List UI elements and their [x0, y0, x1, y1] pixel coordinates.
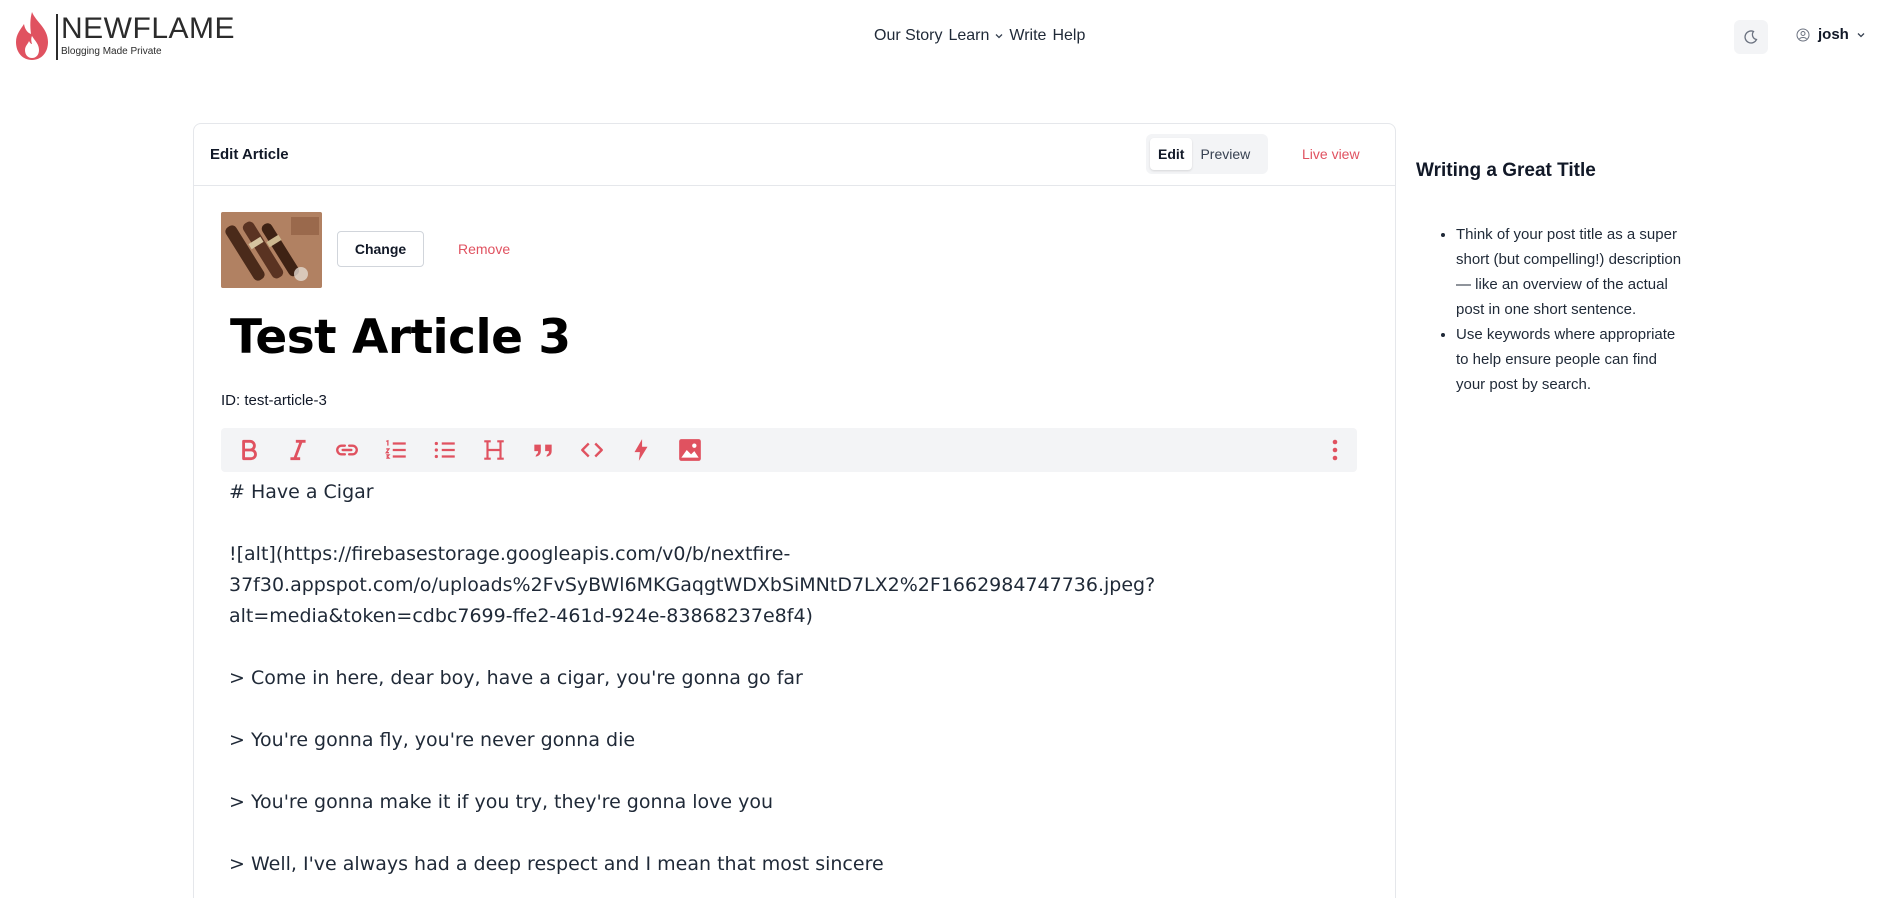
- italic-icon: [290, 439, 306, 461]
- flame-icon: [16, 12, 48, 60]
- tab-edit[interactable]: Edit: [1150, 138, 1193, 170]
- unordered-list-icon: [434, 441, 455, 459]
- top-header: NEWFLAME Blogging Made Private Our Story…: [0, 0, 1880, 76]
- user-name: josh: [1818, 26, 1849, 43]
- editor-line: > You're gonna fly, you're never gonna d…: [229, 729, 636, 751]
- editor-line: 37f30.appspot.com/o/uploads%2FvSyBWl6MKG…: [229, 574, 1156, 596]
- card-title: Edit Article: [210, 146, 289, 163]
- editor-line: > Come in here, dear boy, have a cigar, …: [229, 667, 803, 689]
- bold-icon: [242, 439, 257, 461]
- nav-write[interactable]: Write: [1009, 27, 1046, 45]
- list-item: Think of your post title as a super shor…: [1456, 222, 1706, 322]
- ordered-list-icon: [384, 439, 406, 459]
- editor-line: > You're gonna make it if you try, they'…: [229, 791, 774, 813]
- chevron-down-icon: [1857, 32, 1865, 37]
- live-view-link[interactable]: Live view: [1302, 146, 1360, 162]
- remove-cover-button[interactable]: Remove: [458, 241, 510, 257]
- brand-name: NEWFLAME: [61, 12, 236, 45]
- tab-preview[interactable]: Preview: [1192, 138, 1258, 170]
- card-header: Edit Article Edit Preview Live view: [194, 124, 1395, 186]
- moon-icon: [1744, 30, 1758, 44]
- article-title-input[interactable]: Test Article 3: [230, 310, 571, 365]
- markdown-editor[interactable]: # Have a Cigar ![alt](https://firebasest…: [229, 477, 1349, 880]
- more-vertical-icon: [1332, 439, 1338, 461]
- unordered-list-button[interactable]: [425, 434, 465, 466]
- code-icon: [581, 442, 603, 458]
- editor-line: > Well, I've always had a deep respect a…: [229, 853, 884, 875]
- bold-button[interactable]: [229, 434, 269, 466]
- theme-toggle-button[interactable]: [1734, 20, 1768, 54]
- quote-icon: [534, 444, 552, 457]
- nav-our-story[interactable]: Our Story: [874, 27, 942, 45]
- list-item: Use keywords where appropriate to help e…: [1456, 322, 1706, 397]
- image-icon: [679, 439, 701, 461]
- tips-list: Think of your post title as a super shor…: [1416, 222, 1706, 397]
- nav-help[interactable]: Help: [1052, 27, 1085, 45]
- edit-article-card: Edit Article Edit Preview Live view Chan…: [193, 123, 1396, 898]
- user-menu[interactable]: josh: [1796, 26, 1867, 43]
- editor-line: alt=media&token=cdbc7699-ffe2-461d-924e-…: [229, 605, 813, 627]
- mode-toggle: Edit Preview: [1146, 134, 1268, 174]
- cover-image: [221, 212, 322, 288]
- link-button[interactable]: [327, 434, 367, 466]
- brand-tagline: Blogging Made Private: [61, 46, 162, 57]
- title-tips-panel: Writing a Great Title Think of your post…: [1416, 160, 1706, 397]
- quote-button[interactable]: [523, 434, 563, 466]
- ordered-list-button[interactable]: [376, 434, 416, 466]
- editor-toolbar: [221, 428, 1357, 472]
- italic-button[interactable]: [278, 434, 318, 466]
- brand-logo[interactable]: NEWFLAME Blogging Made Private: [10, 10, 235, 62]
- chevron-down-icon[interactable]: [993, 30, 1005, 42]
- code-button[interactable]: [572, 434, 612, 466]
- heading-icon: [484, 440, 504, 460]
- lightning-icon: [634, 439, 648, 461]
- heading-button[interactable]: [474, 434, 514, 466]
- tips-title: Writing a Great Title: [1416, 160, 1596, 181]
- main-nav: Our Story Learn Write Help: [874, 27, 1091, 45]
- editor-line: # Have a Cigar: [229, 481, 374, 503]
- user-icon: [1796, 28, 1810, 41]
- image-button[interactable]: [670, 434, 710, 466]
- lightning-button[interactable]: [621, 434, 661, 466]
- logo-divider: [56, 14, 58, 60]
- change-cover-button[interactable]: Change: [337, 231, 424, 267]
- editor-line: ![alt](https://firebasestorage.googleapi…: [229, 543, 791, 565]
- more-options-button[interactable]: [1323, 436, 1347, 464]
- article-id: ID: test-article-3: [221, 392, 327, 409]
- link-icon: [336, 444, 358, 456]
- nav-learn[interactable]: Learn: [948, 27, 989, 45]
